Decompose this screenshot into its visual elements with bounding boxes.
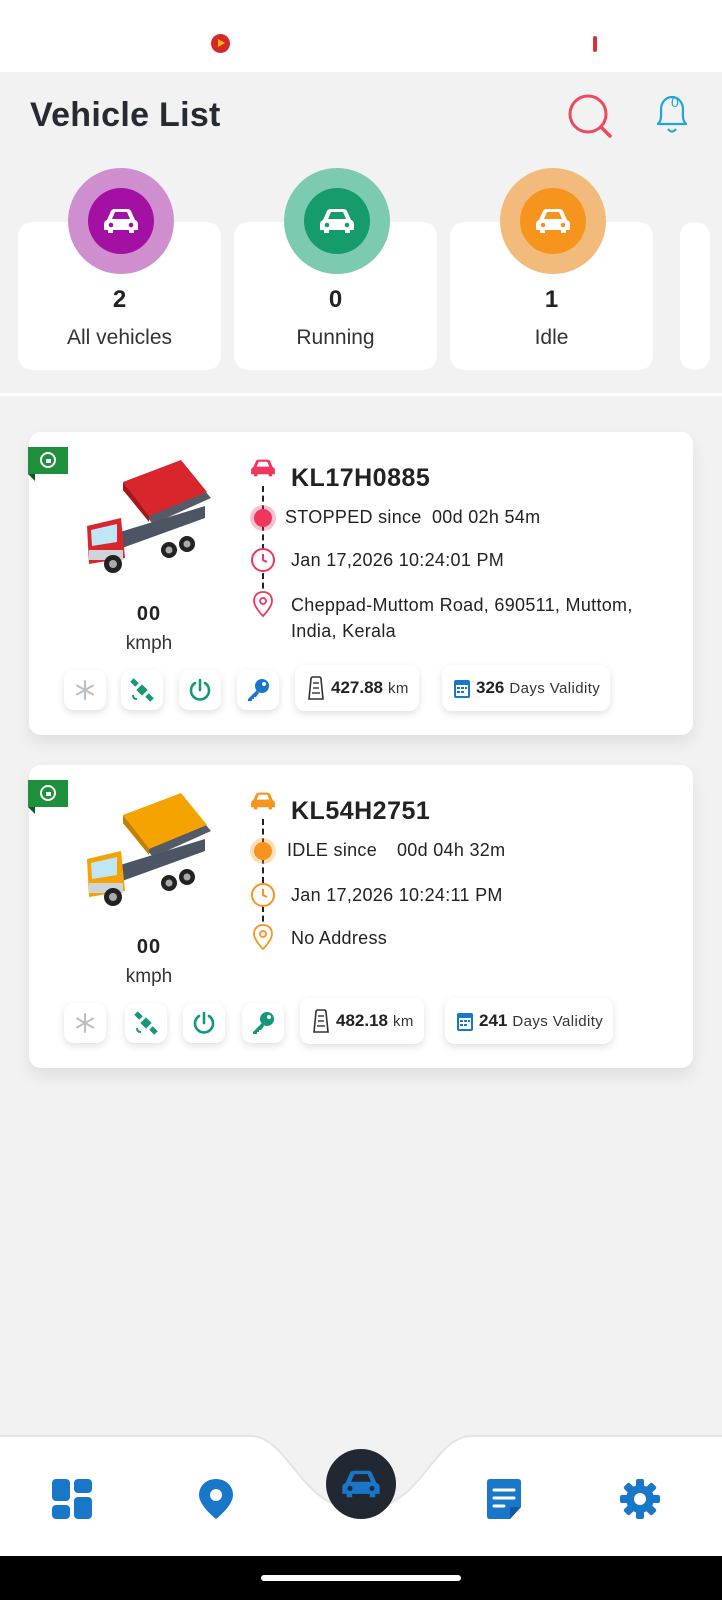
status-dot-icon xyxy=(247,502,279,534)
vehicle-card[interactable]: 00 kmph KL17H0885 STOPPED since 00d 02h … xyxy=(28,432,693,735)
speed-value: 00 xyxy=(136,936,162,958)
nav-map[interactable] xyxy=(191,1474,241,1524)
gps-button[interactable] xyxy=(125,1003,167,1043)
car-icon xyxy=(342,1470,380,1498)
lock-badge xyxy=(28,780,68,814)
odometer-unit: km xyxy=(393,1012,414,1030)
summary-count: 1 xyxy=(544,286,559,313)
status-bar xyxy=(0,0,722,72)
truck-image xyxy=(87,793,211,906)
odometer-icon xyxy=(308,676,324,700)
location-icon xyxy=(247,588,279,620)
vehicle-summary: 2 All vehicles 0 Running 1 Idle xyxy=(0,168,722,373)
lock-badge xyxy=(28,447,68,481)
home-gesture-bar[interactable] xyxy=(261,1575,461,1581)
vehicle-address: Cheppad-Muttom Road, 690511, Muttom, Ind… xyxy=(291,595,633,641)
validity-chip: 326 Days Validity xyxy=(442,665,611,711)
vehicle-address: No Address xyxy=(291,928,388,948)
key-icon xyxy=(248,679,269,701)
odometer-chip: 427.88 km xyxy=(295,665,419,711)
ignition-button[interactable] xyxy=(183,1003,225,1043)
ignition-button[interactable] xyxy=(179,670,221,710)
lock-icon xyxy=(40,785,56,801)
nav-dashboard[interactable] xyxy=(47,1474,97,1524)
status-duration: 00d 02h 54m xyxy=(432,507,541,527)
odometer-chip: 482.18 km xyxy=(300,998,424,1044)
summary-ring xyxy=(500,168,606,274)
clock-icon xyxy=(247,544,279,576)
speed-value: 00 xyxy=(136,603,162,625)
car-icon xyxy=(520,188,586,254)
odometer-unit: km xyxy=(388,679,409,697)
clock-icon xyxy=(247,879,279,911)
validity-days: 241 xyxy=(479,1011,508,1030)
car-icon xyxy=(247,785,279,817)
odometer-value: 427.88 xyxy=(331,678,383,697)
calendar-icon xyxy=(457,1013,473,1031)
validity-days: 326 xyxy=(476,678,505,697)
divider xyxy=(0,393,722,396)
summary-ring xyxy=(284,168,390,274)
satellite-icon xyxy=(134,1011,158,1035)
search-button[interactable] xyxy=(566,92,616,142)
report-icon xyxy=(487,1479,521,1519)
nav-vehicles[interactable] xyxy=(326,1449,396,1519)
status-duration: 00d 04h 32m xyxy=(397,840,506,860)
settings-icon xyxy=(620,1479,660,1519)
gps-button[interactable] xyxy=(121,670,163,710)
summary-label: All vehicles xyxy=(66,326,173,349)
dashboard-icon xyxy=(52,1479,92,1519)
calendar-icon xyxy=(454,680,470,698)
summary-ring xyxy=(68,168,174,274)
validity-chip: 241 Days Validity xyxy=(445,998,614,1044)
summary-card-more[interactable] xyxy=(680,222,710,370)
immobilizer-button[interactable] xyxy=(237,670,279,710)
key-icon xyxy=(253,1012,274,1034)
validity-label: Days Validity xyxy=(509,679,601,697)
summary-count: 2 xyxy=(112,286,127,313)
summary-label: Idle xyxy=(534,326,569,349)
status-dot-icon xyxy=(247,835,279,867)
lock-icon xyxy=(40,452,56,468)
validity-label: Days Validity xyxy=(512,1012,604,1030)
last-update-time: Jan 17,2026 10:24:11 PM xyxy=(291,885,503,905)
summary-count: 0 xyxy=(328,286,343,313)
page-title: Vehicle List xyxy=(30,96,221,134)
speed-unit: kmph xyxy=(125,966,173,987)
summary-card-idle[interactable]: 1 Idle xyxy=(450,168,653,370)
battery-icon xyxy=(593,36,597,52)
power-icon xyxy=(189,678,211,701)
car-icon xyxy=(247,452,279,484)
vehicle-status: STOPPED since xyxy=(285,507,422,527)
ac-button[interactable] xyxy=(64,1003,106,1043)
page-header: Vehicle List 0 xyxy=(0,72,722,162)
car-icon xyxy=(304,188,370,254)
vehicle-card[interactable]: 00 kmph KL54H2751 IDLE since 00d 04h 32m… xyxy=(28,765,693,1068)
search-icon xyxy=(568,94,612,138)
summary-card-all[interactable]: 2 All vehicles xyxy=(18,168,221,370)
snowflake-icon xyxy=(76,1013,94,1033)
summary-label: Running xyxy=(296,326,375,349)
last-update-time: Jan 17,2026 10:24:01 PM xyxy=(291,550,505,570)
notification-count: 0 xyxy=(671,94,679,110)
vehicle-plate: KL54H2751 xyxy=(291,797,431,825)
nav-reports[interactable] xyxy=(479,1474,529,1524)
location-icon xyxy=(247,921,279,953)
power-icon xyxy=(193,1011,215,1034)
car-icon xyxy=(88,188,154,254)
vehicle-status: IDLE since xyxy=(287,840,378,860)
odometer-value: 482.18 xyxy=(336,1011,388,1030)
truck-image xyxy=(87,460,211,573)
map-pin-icon xyxy=(199,1479,233,1519)
app-notification-icon xyxy=(211,34,230,53)
ac-button[interactable] xyxy=(64,670,106,710)
vehicle-plate: KL17H0885 xyxy=(291,464,431,492)
speed-unit: kmph xyxy=(125,633,173,654)
nav-settings[interactable] xyxy=(615,1474,665,1524)
snowflake-icon xyxy=(76,680,94,700)
immobilizer-button[interactable] xyxy=(242,1003,284,1043)
odometer-icon xyxy=(313,1009,329,1033)
satellite-icon xyxy=(130,678,154,702)
summary-card-running[interactable]: 0 Running xyxy=(234,168,437,370)
